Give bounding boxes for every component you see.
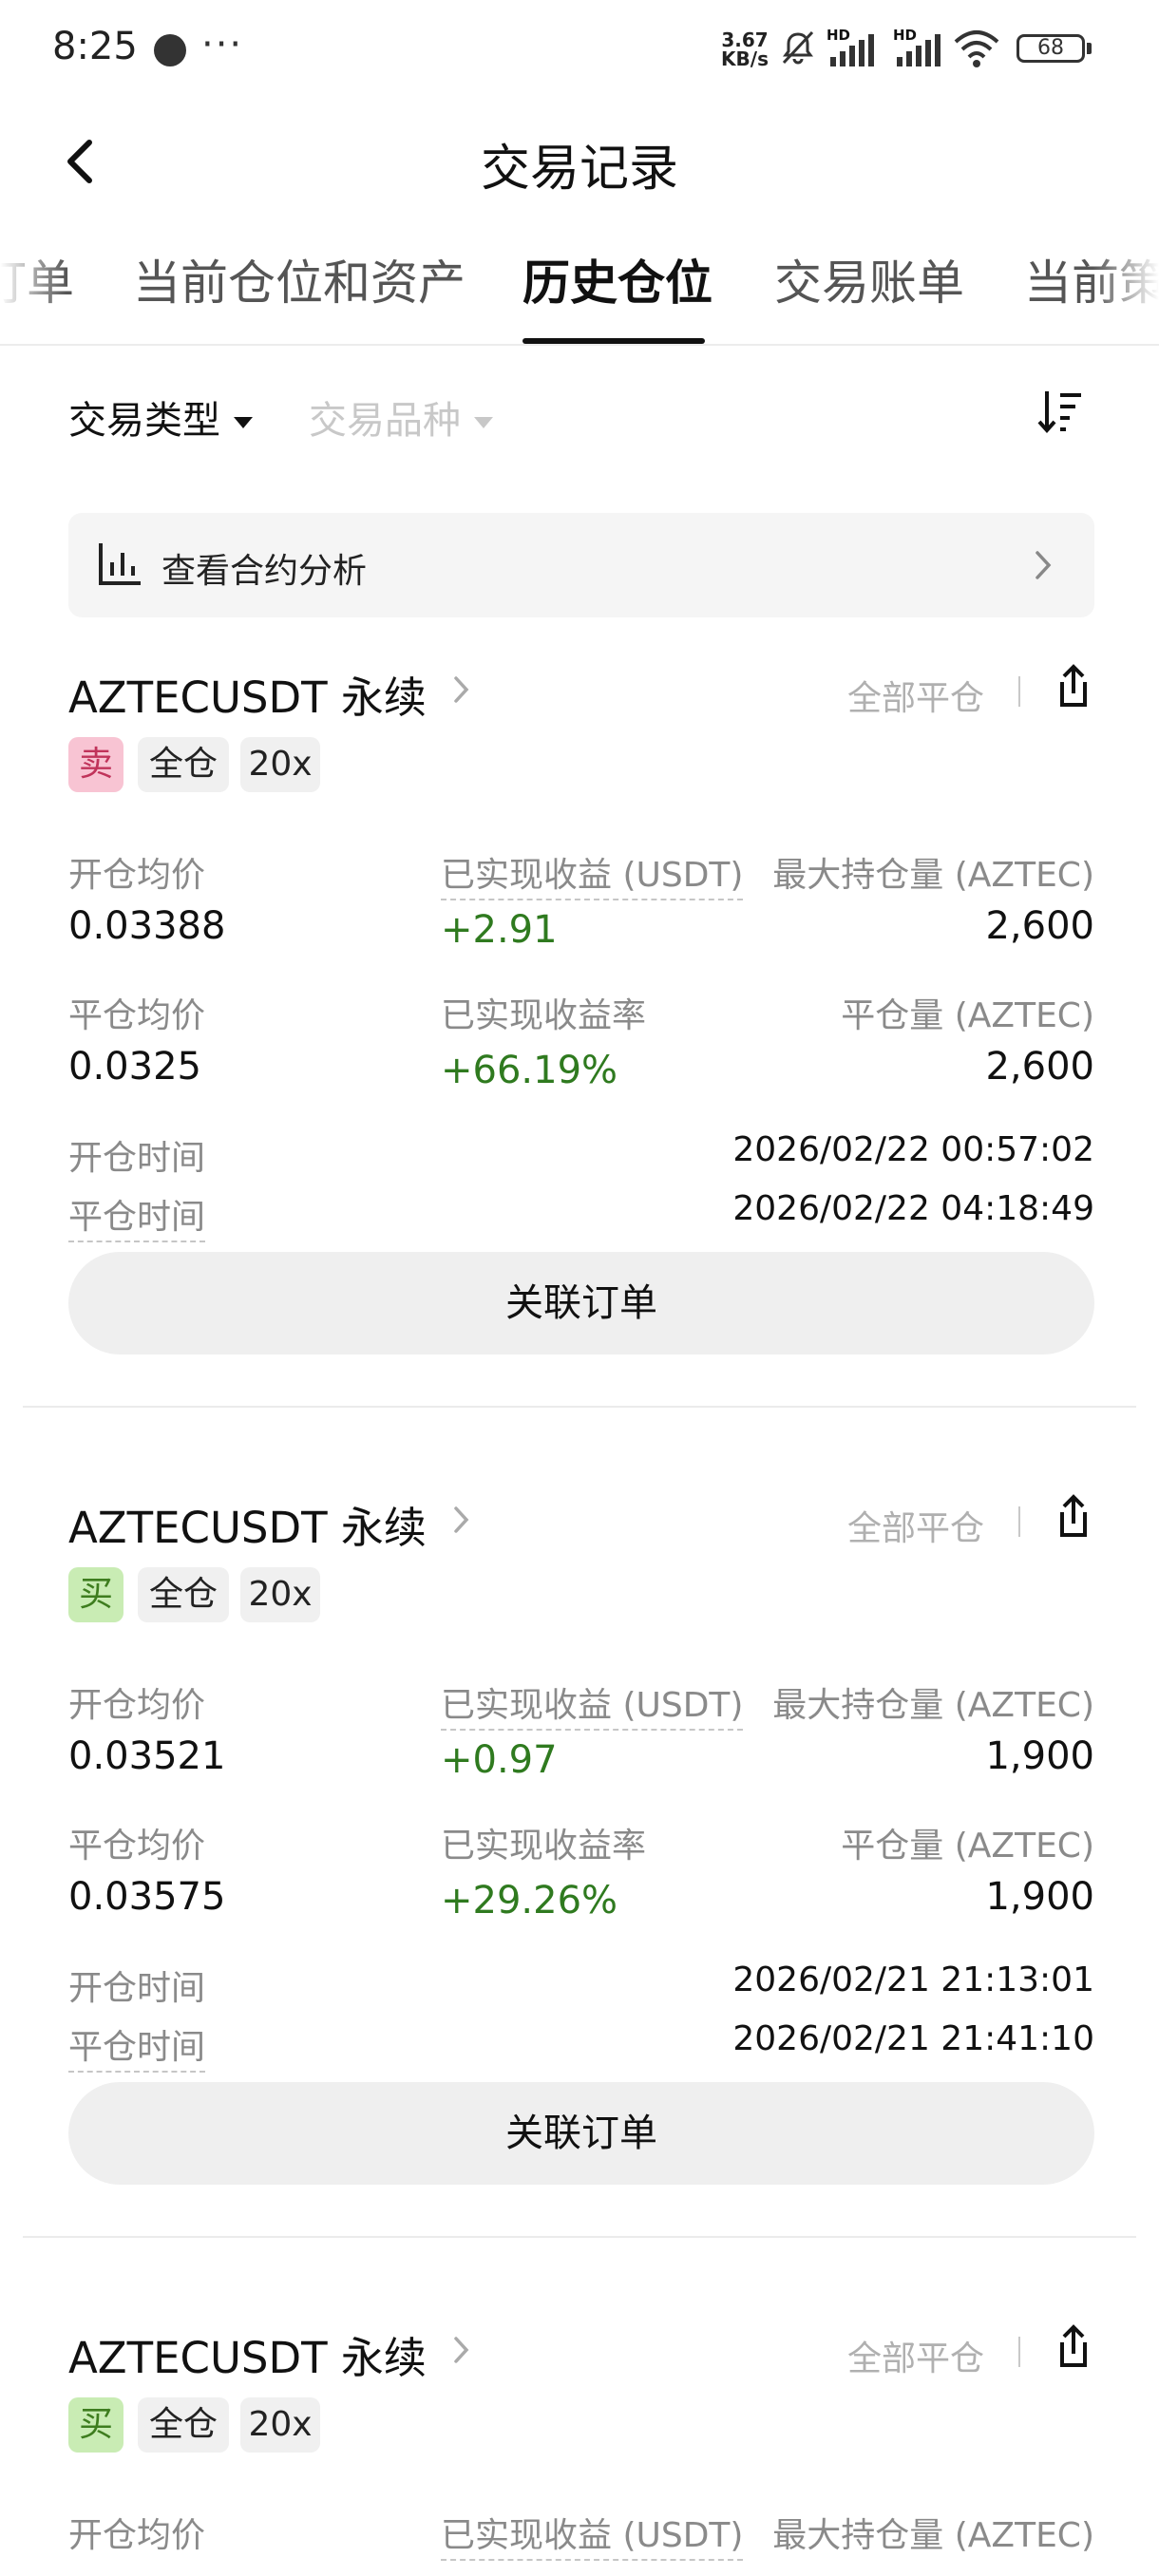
card-divider — [23, 2236, 1136, 2238]
close-all-button[interactable]: 全部平仓 — [847, 2331, 984, 2380]
battery-icon: 68 — [1016, 34, 1085, 63]
open-time-label: 开仓时间 — [68, 1969, 206, 2008]
close-time-label[interactable]: 平仓时间 — [68, 1189, 206, 1242]
realized-pnl: +2.91 — [441, 908, 558, 952]
close-time: 2026/02/22 04:18:49 — [732, 1189, 1094, 1228]
wifi-icon — [954, 30, 999, 67]
close-avg-price: 0.03575 — [68, 1875, 226, 1919]
status-time: 8:25 — [52, 25, 138, 68]
share-icon[interactable] — [1049, 663, 1098, 712]
close-qty: 2,600 — [985, 1045, 1094, 1089]
open-avg-price: 0.03388 — [68, 904, 226, 948]
max-position-label: 最大持仓量 (AZTEC) — [772, 1686, 1094, 1725]
tabs-divider — [0, 344, 1159, 346]
battery-tip — [1087, 43, 1092, 54]
close-qty-label: 平仓量 (AZTEC) — [841, 996, 1094, 1035]
position-card: AZTECUSDT 永续 全部平仓 买 全仓 20x 开仓均价 已实现收益 (U… — [0, 2323, 1159, 2576]
close-all-button[interactable]: 全部平仓 — [847, 1501, 984, 1550]
chevron-right-icon[interactable] — [448, 1503, 473, 1537]
realized-pnl-label[interactable]: 已实现收益 (USDT) — [441, 1677, 744, 1731]
trade-type-label: 交易类型 — [68, 399, 220, 443]
close-time-label[interactable]: 平仓时间 — [68, 2019, 206, 2073]
network-speed: 3.67 KB/s — [721, 28, 769, 70]
clock-notification-icon — [154, 34, 186, 66]
trade-type-filter[interactable]: 交易类型 — [68, 389, 253, 445]
tabs-fade-right — [1092, 228, 1159, 332]
related-orders-button[interactable]: 关联订单 — [68, 2082, 1094, 2185]
tab-position-history[interactable]: 历史仓位 — [522, 245, 712, 313]
max-position: 1,900 — [985, 1734, 1094, 1778]
open-avg-label: 开仓均价 — [68, 2516, 206, 2555]
page-title: 交易记录 — [480, 141, 678, 198]
leverage-tag: 20x — [240, 1567, 320, 1622]
position-symbol[interactable]: AZTECUSDT 永续 — [68, 663, 427, 725]
chevron-right-icon — [1036, 551, 1052, 579]
side-tag-buy: 买 — [68, 1567, 124, 1622]
open-avg-label: 开仓均价 — [68, 1686, 206, 1725]
tabs-fade-left — [0, 228, 66, 332]
realized-pnl-label[interactable]: 已实现收益 (USDT) — [441, 847, 744, 900]
realized-pnl: +0.97 — [441, 1738, 558, 1782]
position-card: AZTECUSDT 永续 全部平仓 卖 全仓 20x 开仓均价 已实现收益 (U… — [0, 663, 1159, 1499]
header-separator — [1018, 2337, 1020, 2367]
realized-pnl-label[interactable]: 已实现收益 (USDT) — [441, 2508, 744, 2561]
symbol-label: 交易品种 — [309, 399, 461, 443]
close-avg-price: 0.0325 — [68, 1045, 201, 1089]
open-avg-price: 0.03521 — [68, 1734, 226, 1778]
close-avg-label: 平仓均价 — [68, 1827, 206, 1866]
close-time: 2026/02/21 21:41:10 — [732, 2019, 1094, 2058]
share-icon[interactable] — [1049, 1493, 1098, 1543]
chevron-right-icon[interactable] — [448, 672, 473, 707]
contract-analysis-label: 查看合约分析 — [162, 552, 368, 591]
margin-mode-tag: 全仓 — [138, 1567, 229, 1622]
header-separator — [1018, 1506, 1020, 1537]
margin-mode-tag: 全仓 — [138, 737, 229, 792]
chevron-right-icon[interactable] — [448, 2333, 473, 2367]
signal-icon: HD — [893, 27, 944, 68]
open-avg-label: 开仓均价 — [68, 856, 206, 895]
caret-down-icon — [234, 417, 253, 428]
realized-rate-label: 已实现收益率 — [441, 996, 647, 1035]
close-qty-label: 平仓量 (AZTEC) — [841, 1827, 1094, 1866]
side-tag-buy: 买 — [68, 2397, 124, 2453]
margin-mode-tag: 全仓 — [138, 2397, 229, 2453]
position-symbol[interactable]: AZTECUSDT 永续 — [68, 2323, 427, 2385]
close-avg-label: 平仓均价 — [68, 996, 206, 1035]
max-position: 2,600 — [985, 904, 1094, 948]
contract-analysis-banner[interactable]: 查看合约分析 — [68, 513, 1094, 617]
realized-rate: +29.26% — [441, 1879, 618, 1923]
open-time: 2026/02/22 00:57:02 — [732, 1130, 1094, 1169]
leverage-tag: 20x — [240, 2397, 320, 2453]
bar-chart-icon — [99, 543, 141, 585]
position-card: AZTECUSDT 永续 全部平仓 买 全仓 20x 开仓均价 已实现收益 (U… — [0, 1493, 1159, 2329]
sort-descending-icon[interactable] — [1037, 388, 1085, 435]
position-symbol[interactable]: AZTECUSDT 永续 — [68, 1493, 427, 1555]
open-time: 2026/02/21 21:13:01 — [732, 1960, 1094, 1999]
more-notifications-icon: ··· — [201, 23, 244, 66]
bell-muted-icon — [782, 30, 814, 65]
card-divider — [23, 1406, 1136, 1408]
side-tag-sell: 卖 — [68, 737, 124, 792]
symbol-filter[interactable]: 交易品种 — [309, 389, 493, 445]
status-bar: 8:25 ··· 3.67 KB/s HD HD 68 — [0, 0, 1159, 95]
realized-rate: +66.19% — [441, 1049, 618, 1092]
signal-icon: HD — [826, 27, 878, 68]
close-qty: 1,900 — [985, 1875, 1094, 1919]
tab-trade-bills[interactable]: 交易账单 — [774, 245, 964, 313]
max-position-label: 最大持仓量 (AZTEC) — [772, 2516, 1094, 2555]
close-all-button[interactable]: 全部平仓 — [847, 671, 984, 720]
leverage-tag: 20x — [240, 737, 320, 792]
max-position-label: 最大持仓量 (AZTEC) — [772, 856, 1094, 895]
header-separator — [1018, 676, 1020, 707]
caret-down-icon — [474, 417, 493, 428]
tab-current-positions[interactable]: 当前仓位和资产 — [133, 245, 466, 313]
share-icon[interactable] — [1049, 2323, 1098, 2373]
related-orders-button[interactable]: 关联订单 — [68, 1252, 1094, 1354]
realized-rate-label: 已实现收益率 — [441, 1827, 647, 1866]
open-time-label: 开仓时间 — [68, 1139, 206, 1178]
